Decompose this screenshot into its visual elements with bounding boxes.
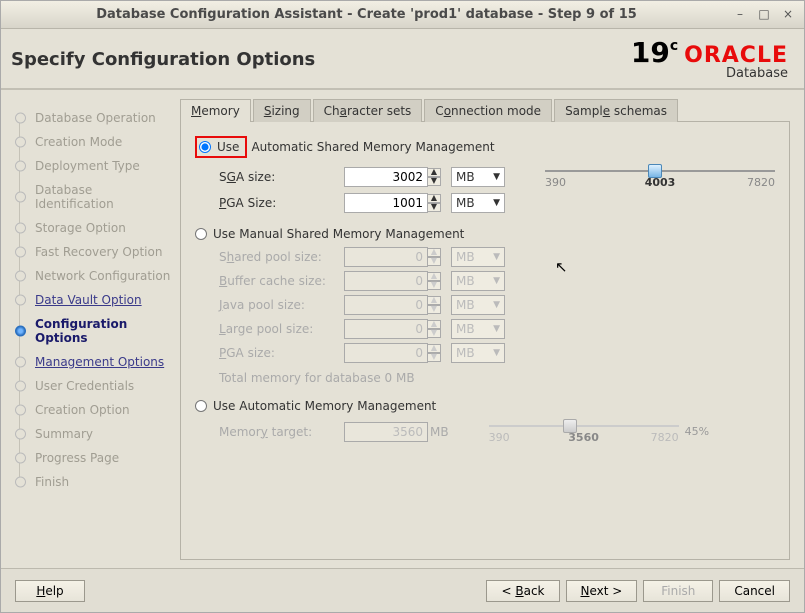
pga-manual-input [344, 343, 428, 363]
radio-manual-shared[interactable]: Use Manual Shared Memory Management [195, 227, 775, 241]
shared-pool-input [344, 247, 428, 267]
radio-auto-memory-label: Use Automatic Memory Management [213, 399, 436, 413]
body: Database Operation Creation Mode Deploym… [1, 90, 804, 590]
step-user-credentials: User Credentials [11, 374, 174, 398]
memory-target-slider: 390 3560 7820 [489, 419, 679, 444]
pga-row: PGA Size: ▲▼ MB▼ [195, 193, 775, 213]
radio-manual-shared-label: Use Manual Shared Memory Management [213, 227, 464, 241]
window: Database Configuration Assistant - Creat… [0, 0, 805, 613]
tab-bar: Memory Sizing Character sets Connection … [180, 98, 790, 122]
tab-memory[interactable]: Memory [180, 99, 251, 122]
cancel-button[interactable]: Cancel [719, 580, 790, 602]
header-row: Specify Configuration Options 19c ORACLE… [1, 29, 804, 84]
slider-mid: 4003 [645, 176, 676, 189]
tab-sizing[interactable]: Sizing [253, 99, 311, 122]
maximize-icon[interactable]: □ [756, 7, 772, 23]
footer: Help < Back Next > Finish Cancel [1, 568, 804, 612]
pga-manual-label: PGA size: [219, 346, 344, 360]
tab-panel-memory: Use Automatic Shared Memory Management S… [180, 122, 790, 560]
tab-character-sets[interactable]: Character sets [313, 99, 423, 122]
pga-manual-row: PGA size: ▲▼ MB▼ [195, 343, 775, 363]
slider-max: 7820 [747, 176, 775, 189]
radio-auto-memory[interactable]: Use Automatic Memory Management [195, 399, 775, 413]
finish-button: Finish [643, 580, 713, 602]
large-pool-row: Large pool size: ▲▼ MB▼ [195, 319, 775, 339]
shared-pool-row: Shared pool size: ▲▼ MB▼ ↖ [195, 247, 775, 267]
tab-connection-mode[interactable]: Connection mode [424, 99, 552, 122]
pga-input[interactable] [344, 193, 428, 213]
step-creation-mode: Creation Mode [11, 130, 174, 154]
shared-pool-unit: MB▼ [451, 247, 505, 267]
next-button[interactable]: Next > [566, 580, 638, 602]
sga-unit-select[interactable]: MB▼ [451, 167, 505, 187]
buffer-cache-row: Buffer cache size: ▲▼ MB▼ [195, 271, 775, 291]
radio-auto-memory-input[interactable] [195, 400, 207, 412]
sidebar: Database Operation Creation Mode Deploym… [1, 90, 174, 590]
large-pool-label: Large pool size: [219, 322, 344, 336]
back-button[interactable]: < Back [486, 580, 559, 602]
shared-pool-label: Shared pool size: [219, 250, 344, 264]
help-button[interactable]: Help [15, 580, 85, 602]
step-storage-option: Storage Option [11, 216, 174, 240]
total-memory-label: Total memory for database 0 MB [195, 371, 775, 385]
brand-label: ORACLE [684, 45, 788, 67]
step-creation-option: Creation Option [11, 398, 174, 422]
memory-target-input [344, 422, 428, 442]
step-database-identification: Database Identification [11, 178, 174, 216]
sga-label: SGA size: [219, 170, 344, 184]
java-pool-input [344, 295, 428, 315]
version-label: 19c [631, 39, 678, 67]
shared-pool-spinner: ▲▼ [427, 248, 441, 266]
close-icon[interactable]: × [780, 7, 796, 23]
memory-target-label: Memory target: [219, 425, 344, 439]
step-summary: Summary [11, 422, 174, 446]
step-deployment-type: Deployment Type [11, 154, 174, 178]
sga-row: SGA size: ▲▼ MB▼ 390 4003 7820 [195, 164, 775, 189]
buffer-cache-input [344, 271, 428, 291]
step-configuration-options[interactable]: Configuration Options [11, 312, 174, 350]
buffer-cache-label: Buffer cache size: [219, 274, 344, 288]
radio-auto-shared[interactable]: Use Automatic Shared Memory Management [195, 136, 775, 158]
large-pool-input [344, 319, 428, 339]
sga-input[interactable] [344, 167, 428, 187]
step-database-operation: Database Operation [11, 106, 174, 130]
wizard-steps: Database Operation Creation Mode Deploym… [11, 106, 174, 494]
step-management-options[interactable]: Management Options [11, 350, 174, 374]
titlebar: Database Configuration Assistant - Creat… [1, 1, 804, 29]
pga-label: PGA Size: [219, 196, 344, 210]
oracle-logo: 19c ORACLE Database [631, 39, 788, 80]
memory-target-unit: MB [430, 425, 449, 439]
pga-spinner[interactable]: ▲▼ [427, 194, 441, 212]
memory-target-pct: 45% [685, 425, 709, 438]
memory-target-row: Memory target: MB 390 3560 7820 45% [195, 419, 775, 444]
slider-min: 390 [545, 176, 566, 189]
minimize-icon[interactable]: – [732, 7, 748, 23]
tab-sample-schemas[interactable]: Sample schemas [554, 99, 678, 122]
main-panel: Memory Sizing Character sets Connection … [174, 90, 804, 590]
java-pool-label: Java pool size: [219, 298, 344, 312]
memory-slider[interactable]: 390 4003 7820 [545, 164, 775, 189]
sga-spinner[interactable]: ▲▼ [427, 168, 441, 186]
step-fast-recovery-option: Fast Recovery Option [11, 240, 174, 264]
step-network-configuration: Network Configuration [11, 264, 174, 288]
step-progress-page: Progress Page [11, 446, 174, 470]
step-finish: Finish [11, 470, 174, 494]
java-pool-row: Java pool size: ▲▼ MB▼ [195, 295, 775, 315]
radio-manual-shared-input[interactable] [195, 228, 207, 240]
radio-auto-shared-input[interactable] [199, 141, 211, 153]
pga-unit-select[interactable]: MB▼ [451, 193, 505, 213]
radio-auto-shared-label: Automatic Shared Memory Management [251, 140, 494, 154]
window-title: Database Configuration Assistant - Creat… [9, 7, 724, 22]
step-data-vault-option[interactable]: Data Vault Option [11, 288, 174, 312]
page-title: Specify Configuration Options [11, 49, 631, 70]
